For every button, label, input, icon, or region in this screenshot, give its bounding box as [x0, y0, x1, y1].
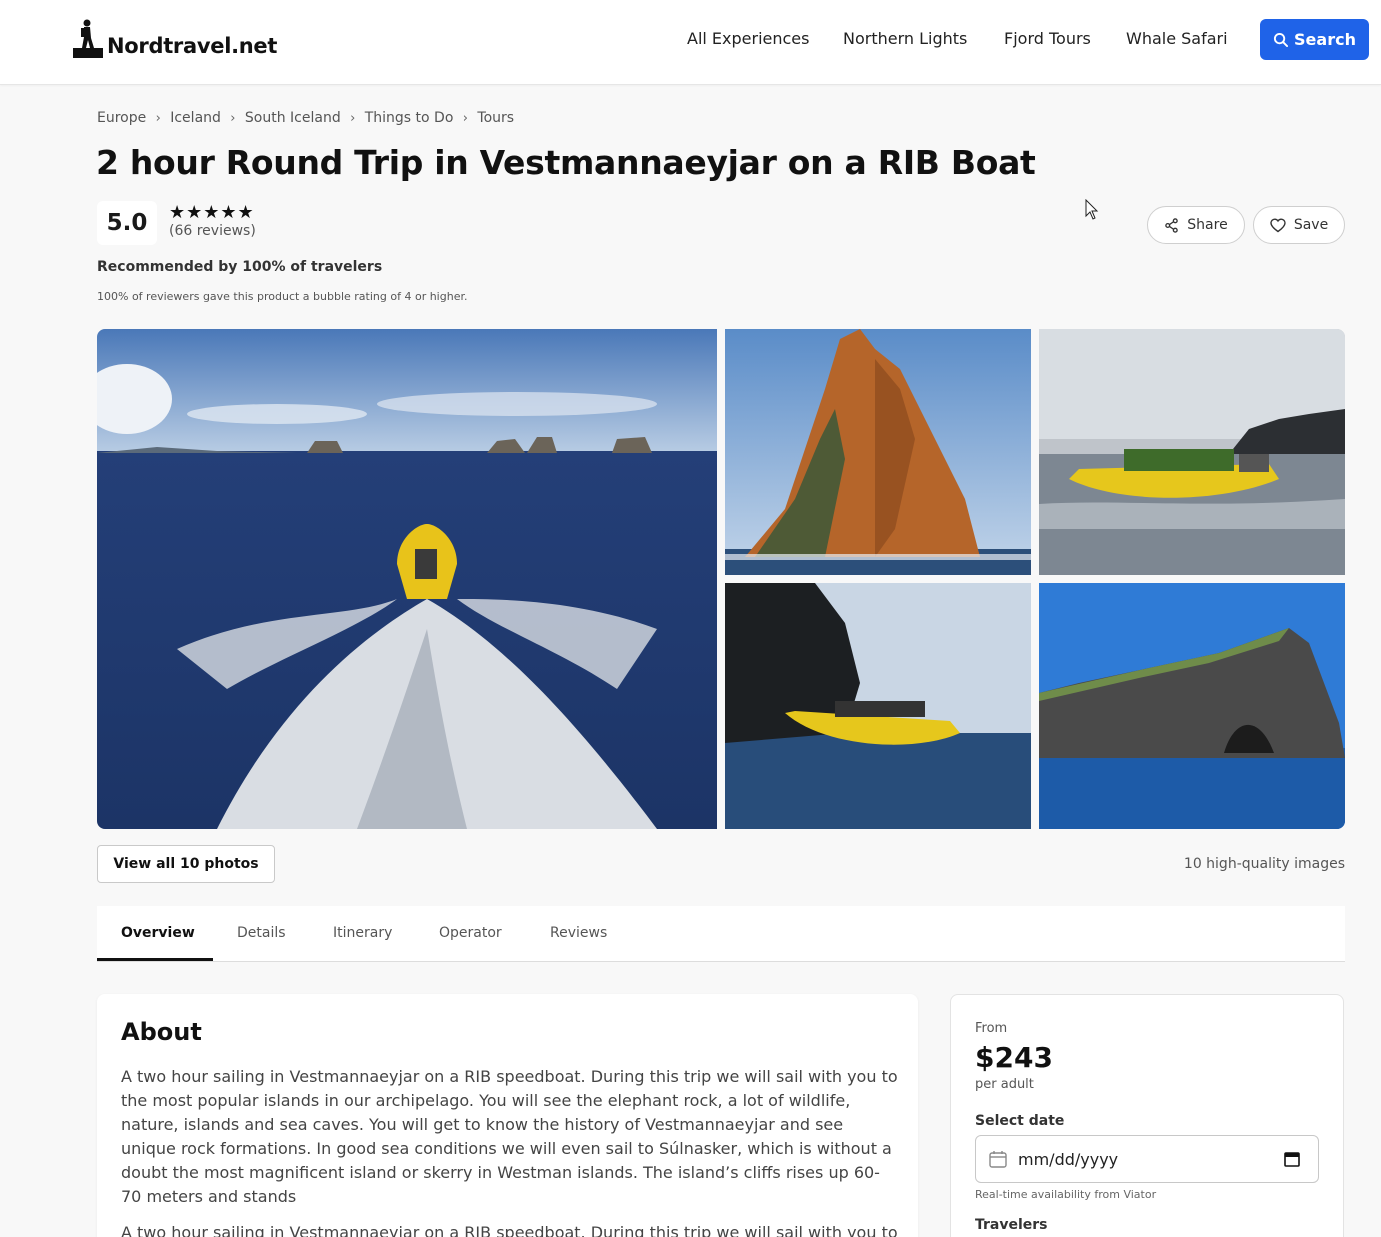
image-count: 10 high-quality images — [1183, 856, 1345, 872]
tab-bar: Overview Details Itinerary Operator Revi… — [97, 906, 1345, 962]
price-unit: per adult — [975, 1077, 1034, 1092]
site-logo[interactable]: Nordtravel.net — [73, 16, 277, 58]
page-title: 2 hour Round Trip in Vestmannaeyjar on a… — [96, 143, 1036, 182]
review-count[interactable]: (66 reviews) — [169, 223, 256, 239]
rating-score: 5.0 — [97, 201, 157, 245]
share-icon — [1165, 217, 1179, 233]
view-all-photos-button[interactable]: View all 10 photos — [97, 845, 275, 883]
share-button[interactable]: Share — [1147, 206, 1245, 244]
active-tab-indicator — [97, 958, 213, 961]
date-picker-icon[interactable] — [1284, 1151, 1300, 1167]
about-paragraph-2: A two hour sailing in Vestmannaeyjar on … — [121, 1223, 898, 1237]
gallery-photo-rib-passengers[interactable] — [1039, 329, 1345, 575]
price: $243 — [975, 1041, 1053, 1074]
tab-overview[interactable]: Overview — [121, 925, 195, 941]
search-icon — [1273, 32, 1289, 47]
travelers-label: Travelers — [975, 1217, 1048, 1233]
site-header: Nordtravel.net All Experiences Northern … — [0, 0, 1381, 85]
gallery-photo-elephant-rock[interactable] — [1039, 583, 1345, 829]
recommend-text: Recommended by 100% of travelers — [97, 259, 383, 275]
nav-fjord-tours[interactable]: Fjord Tours — [1004, 29, 1091, 48]
calendar-icon — [989, 1151, 1007, 1168]
mouse-cursor-icon — [1085, 199, 1099, 220]
breadcrumb-tours[interactable]: Tours — [477, 110, 514, 126]
breadcrumb-iceland[interactable]: Iceland — [170, 110, 221, 126]
recommend-subtext: 100% of reviewers gave this product a bu… — [97, 290, 468, 303]
date-input[interactable]: mm/dd/yyyy — [975, 1135, 1319, 1183]
tab-itinerary[interactable]: Itinerary — [333, 925, 392, 941]
search-button-label: Search — [1294, 30, 1356, 49]
nav-all-experiences[interactable]: All Experiences — [687, 29, 809, 48]
gallery-photo-rib-cliff[interactable] — [725, 583, 1031, 829]
chevron-right-icon: › — [230, 110, 236, 126]
chevron-right-icon: › — [462, 110, 468, 126]
save-label: Save — [1293, 217, 1329, 233]
breadcrumb-south-iceland[interactable]: South Iceland — [245, 110, 341, 126]
breadcrumb: Europe › Iceland › South Iceland › Thing… — [97, 110, 514, 126]
save-button[interactable]: Save — [1253, 206, 1345, 244]
heart-icon — [1270, 217, 1286, 232]
about-heading: About — [121, 1018, 202, 1046]
nav-whale-safari[interactable]: Whale Safari — [1126, 29, 1228, 48]
breadcrumb-europe[interactable]: Europe — [97, 110, 146, 126]
chevron-right-icon: › — [350, 110, 356, 126]
hiker-logo-icon — [73, 18, 105, 58]
date-placeholder: mm/dd/yyyy — [1018, 1149, 1119, 1169]
breadcrumb-things-to-do[interactable]: Things to Do — [365, 110, 454, 126]
logo-text: Nordtravel.net — [107, 34, 278, 58]
availability-note: Real-time availability from Viator — [975, 1188, 1157, 1201]
date-label: Select date — [975, 1113, 1065, 1129]
share-label: Share — [1187, 217, 1228, 233]
gallery-photo-main[interactable] — [97, 329, 717, 829]
gallery-photo-sea-stack[interactable] — [725, 329, 1031, 575]
booking-panel: From $243 per adult Select date mm/dd/yy… — [950, 994, 1344, 1237]
tab-details[interactable]: Details — [237, 925, 286, 941]
nav-northern-lights[interactable]: Northern Lights — [843, 29, 967, 48]
tab-reviews[interactable]: Reviews — [550, 925, 607, 941]
tab-operator[interactable]: Operator — [439, 925, 502, 941]
price-from-label: From — [975, 1021, 1008, 1036]
about-paragraph: A two hour sailing in Vestmannaeyjar on … — [121, 1067, 898, 1206]
about-section: About A two hour sailing in Vestmannaeyj… — [97, 994, 918, 1237]
search-button[interactable]: Search — [1260, 19, 1369, 60]
star-rating-icon: ★★★★★ — [169, 202, 255, 223]
chevron-right-icon: › — [155, 110, 161, 126]
